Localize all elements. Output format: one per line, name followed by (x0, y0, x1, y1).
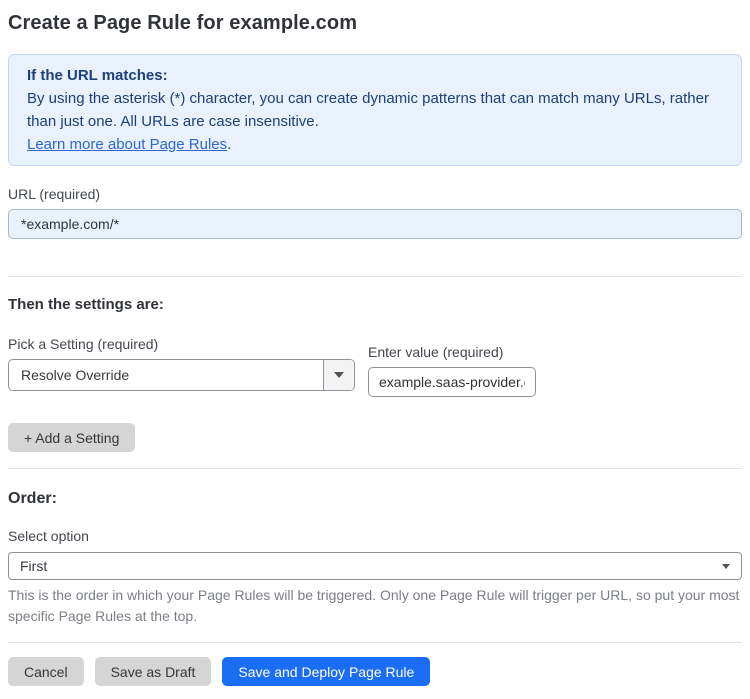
save-and-deploy-button[interactable]: Save and Deploy Page Rule (222, 657, 431, 686)
page-rule-form: Create a Page Rule for example.com If th… (0, 0, 750, 699)
settings-row: Pick a Setting (required) Resolve Overri… (8, 336, 742, 397)
info-box-heading: If the URL matches: (27, 67, 168, 84)
setting-picker-label: Pick a Setting (required) (8, 336, 159, 352)
info-box-body: By using the asterisk (*) character, you… (27, 87, 723, 133)
setting-picker-column: Pick a Setting (required) Resolve Overri… (8, 336, 355, 397)
order-select-label: Select option (8, 528, 89, 544)
setting-value-column: Enter value (required) (368, 336, 536, 397)
dropdown-arrow-button[interactable] (323, 360, 354, 390)
settings-section-heading: Then the settings are: (8, 296, 164, 313)
order-select-value: First (20, 558, 48, 574)
info-box-link-line: Learn more about Page Rules. (27, 133, 723, 156)
page-title: Create a Page Rule for example.com (8, 12, 358, 34)
footer-actions: Cancel Save as Draft Save and Deploy Pag… (8, 657, 742, 686)
setting-picker-value: Resolve Override (21, 367, 130, 383)
link-suffix: . (227, 136, 232, 153)
save-as-draft-button[interactable]: Save as Draft (94, 657, 212, 686)
add-setting-button[interactable]: + Add a Setting (8, 423, 136, 452)
setting-value-label: Enter value (required) (368, 344, 504, 360)
order-select[interactable]: First (8, 552, 742, 580)
url-field-label: URL (required) (8, 186, 101, 202)
order-section-heading: Order: (8, 490, 57, 507)
divider (8, 276, 742, 277)
info-box-body-text: By using the asterisk (*) character, you… (27, 90, 709, 130)
url-match-info-box: If the URL matches: By using the asteris… (8, 54, 742, 166)
learn-more-link[interactable]: Learn more about Page Rules (27, 136, 227, 153)
chevron-down-icon (722, 563, 730, 569)
divider (8, 642, 742, 643)
chevron-down-icon (334, 372, 344, 378)
url-input[interactable] (8, 209, 742, 239)
cancel-button[interactable]: Cancel (8, 657, 84, 686)
divider (8, 468, 742, 469)
setting-value-input[interactable] (368, 367, 536, 397)
setting-picker-dropdown[interactable]: Resolve Override (8, 359, 355, 391)
order-help-text: This is the order in which your Page Rul… (8, 587, 740, 624)
